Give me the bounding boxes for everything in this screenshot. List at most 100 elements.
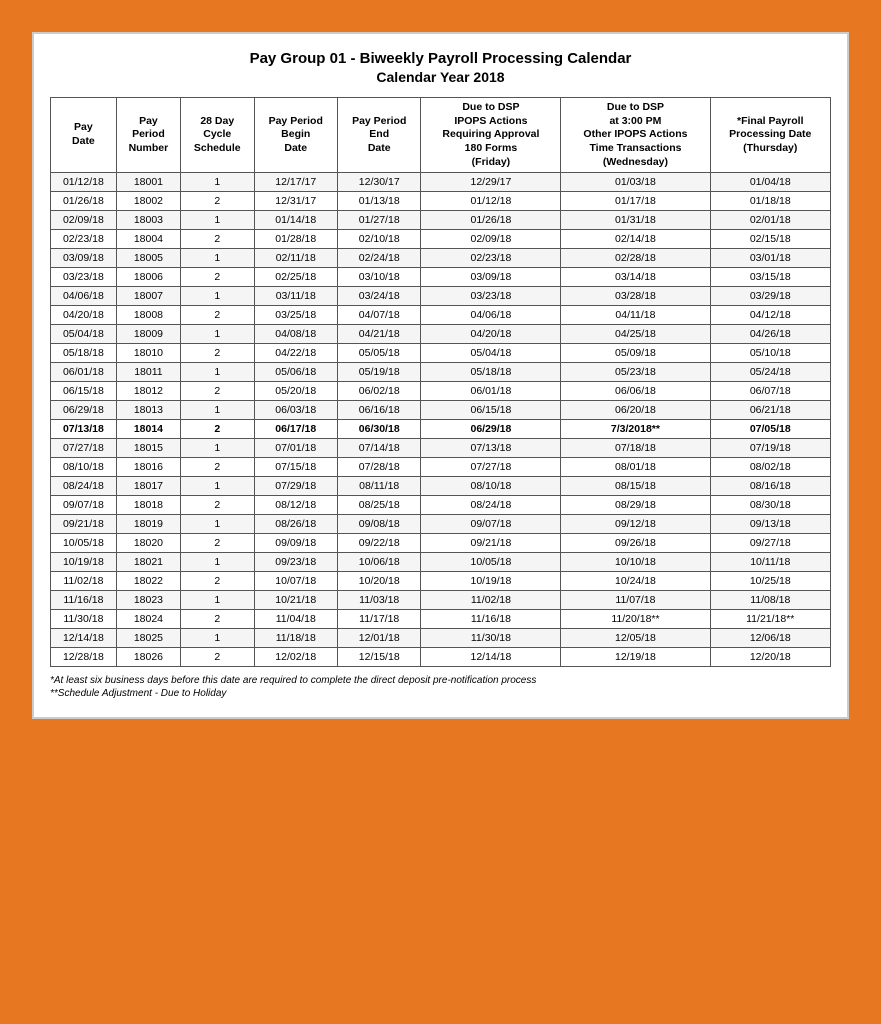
table-cell: 06/30/18 [337, 420, 420, 439]
table-row: 12/14/1818025111/18/1812/01/1811/30/1812… [51, 629, 831, 648]
table-cell: 18013 [116, 401, 180, 420]
table-row: 07/27/1818015107/01/1807/14/1807/13/1807… [51, 439, 831, 458]
table-cell: 09/27/18 [710, 534, 830, 553]
table-cell: 04/25/18 [561, 325, 710, 344]
table-cell: 18001 [116, 173, 180, 192]
col-header-end-date: Pay PeriodEndDate [337, 98, 420, 173]
table-cell: 1 [181, 401, 254, 420]
table-cell: 2 [181, 648, 254, 667]
table-cell: 12/02/18 [254, 648, 337, 667]
table-cell: 2 [181, 610, 254, 629]
table-cell: 1 [181, 629, 254, 648]
table-cell: 03/14/18 [561, 268, 710, 287]
table-cell: 10/05/18 [51, 534, 117, 553]
table-cell: 04/06/18 [421, 306, 561, 325]
table-cell: 04/08/18 [254, 325, 337, 344]
table-cell: 1 [181, 363, 254, 382]
table-cell: 05/10/18 [710, 344, 830, 363]
table-cell: 12/06/18 [710, 629, 830, 648]
table-cell: 08/12/18 [254, 496, 337, 515]
table-cell: 07/15/18 [254, 458, 337, 477]
table-cell: 02/23/18 [51, 230, 117, 249]
table-cell: 09/26/18 [561, 534, 710, 553]
table-row: 09/21/1818019108/26/1809/08/1809/07/1809… [51, 515, 831, 534]
table-row: 03/09/1818005102/11/1802/24/1802/23/1802… [51, 249, 831, 268]
table-cell: 10/10/18 [561, 553, 710, 572]
table-cell: 04/07/18 [337, 306, 420, 325]
table-row: 08/24/1818017107/29/1808/11/1808/10/1808… [51, 477, 831, 496]
table-row: 09/07/1818018208/12/1808/25/1808/24/1808… [51, 496, 831, 515]
table-cell: 1 [181, 249, 254, 268]
table-cell: 08/16/18 [710, 477, 830, 496]
table-row: 08/10/1818016207/15/1807/28/1807/27/1808… [51, 458, 831, 477]
table-cell: 01/17/18 [561, 192, 710, 211]
table-cell: 12/01/18 [337, 629, 420, 648]
table-cell: 12/14/18 [51, 629, 117, 648]
table-cell: 08/30/18 [710, 496, 830, 515]
table-row: 11/16/1818023110/21/1811/03/1811/02/1811… [51, 591, 831, 610]
table-cell: 01/31/18 [561, 211, 710, 230]
table-cell: 7/3/2018** [561, 420, 710, 439]
table-row: 01/12/1818001112/17/1712/30/1712/29/1701… [51, 173, 831, 192]
table-cell: 05/06/18 [254, 363, 337, 382]
table-cell: 06/17/18 [254, 420, 337, 439]
table-cell: 10/06/18 [337, 553, 420, 572]
table-cell: 1 [181, 477, 254, 496]
table-cell: 1 [181, 211, 254, 230]
table-cell: 18015 [116, 439, 180, 458]
table-cell: 02/09/18 [421, 230, 561, 249]
col-header-begin-date: Pay PeriodBeginDate [254, 98, 337, 173]
table-row: 06/01/1818011105/06/1805/19/1805/18/1805… [51, 363, 831, 382]
page-wrapper: Pay Group 01 - Biweekly Payroll Processi… [20, 20, 861, 731]
table-cell: 06/06/18 [561, 382, 710, 401]
table-cell: 12/31/17 [254, 192, 337, 211]
table-cell: 1 [181, 553, 254, 572]
table-cell: 12/14/18 [421, 648, 561, 667]
table-cell: 07/18/18 [561, 439, 710, 458]
table-cell: 04/11/18 [561, 306, 710, 325]
table-row: 06/15/1818012205/20/1806/02/1806/01/1806… [51, 382, 831, 401]
table-cell: 2 [181, 192, 254, 211]
table-cell: 05/18/18 [51, 344, 117, 363]
table-cell: 09/07/18 [421, 515, 561, 534]
table-cell: 01/28/18 [254, 230, 337, 249]
table-cell: 07/19/18 [710, 439, 830, 458]
table-cell: 18018 [116, 496, 180, 515]
table-cell: 09/22/18 [337, 534, 420, 553]
table-cell: 06/02/18 [337, 382, 420, 401]
table-cell: 05/19/18 [337, 363, 420, 382]
table-cell: 11/02/18 [51, 572, 117, 591]
table-cell: 2 [181, 534, 254, 553]
table-cell: 18020 [116, 534, 180, 553]
table-cell: 05/04/18 [51, 325, 117, 344]
table-cell: 02/28/18 [561, 249, 710, 268]
table-cell: 2 [181, 458, 254, 477]
table-cell: 02/10/18 [337, 230, 420, 249]
table-cell: 18006 [116, 268, 180, 287]
table-cell: 10/21/18 [254, 591, 337, 610]
table-cell: 03/29/18 [710, 287, 830, 306]
table-cell: 10/19/18 [51, 553, 117, 572]
table-cell: 18017 [116, 477, 180, 496]
table-cell: 18023 [116, 591, 180, 610]
table-cell: 08/15/18 [561, 477, 710, 496]
table-cell: 12/20/18 [710, 648, 830, 667]
payroll-calendar-table: PayDate PayPeriodNumber 28 DayCycleSched… [50, 97, 831, 667]
table-cell: 07/27/18 [421, 458, 561, 477]
table-cell: 08/01/18 [561, 458, 710, 477]
table-cell: 03/24/18 [337, 287, 420, 306]
table-cell: 07/13/18 [51, 420, 117, 439]
table-cell: 11/08/18 [710, 591, 830, 610]
table-cell: 10/07/18 [254, 572, 337, 591]
table-cell: 07/01/18 [254, 439, 337, 458]
table-cell: 05/24/18 [710, 363, 830, 382]
sub-title: Calendar Year 2018 [50, 69, 831, 85]
col-header-pay-date: PayDate [51, 98, 117, 173]
table-row: 05/04/1818009104/08/1804/21/1804/20/1804… [51, 325, 831, 344]
table-cell: 08/29/18 [561, 496, 710, 515]
table-cell: 11/21/18** [710, 610, 830, 629]
table-cell: 04/12/18 [710, 306, 830, 325]
table-cell: 12/15/18 [337, 648, 420, 667]
table-cell: 11/20/18** [561, 610, 710, 629]
table-cell: 04/21/18 [337, 325, 420, 344]
